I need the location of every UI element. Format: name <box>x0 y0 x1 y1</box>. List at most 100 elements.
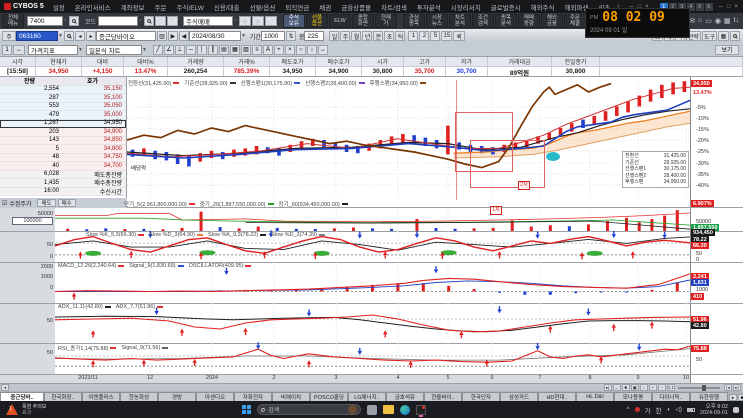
play-forward-icon[interactable]: ▶ <box>167 31 178 41</box>
info-icon[interactable]: ▥ <box>156 31 167 41</box>
volume-chart[interactable] <box>55 209 691 231</box>
stock-tab[interactable]: HL D&I <box>576 392 614 401</box>
file-explorer-icon[interactable] <box>383 405 395 414</box>
stock-tab[interactable]: 한국단자 <box>462 392 500 401</box>
toolbar-button[interactable]: + <box>273 44 284 55</box>
quick-button[interactable]: 종합 화면 <box>351 14 374 28</box>
toolbar-button[interactable]: × <box>284 44 295 55</box>
order-book-row[interactable]: 16:00 수신시간 <box>0 187 126 196</box>
menu-item[interactable]: 계좌정보 <box>116 2 150 12</box>
control-icon[interactable]: ▸ <box>729 394 737 401</box>
battery-icon[interactable] <box>686 407 695 412</box>
stock-tab[interactable]: POSCO홀딩 <box>310 392 348 401</box>
toolbar-button[interactable]: ○ <box>295 44 306 55</box>
tray-app-icon[interactable] <box>634 407 640 412</box>
camera-icon[interactable]: ◉ <box>715 17 721 25</box>
zoom-slider[interactable] <box>678 384 720 391</box>
view-button[interactable]: 보기 <box>715 44 739 55</box>
quick-button[interactable]: 해외 금융 <box>540 14 563 28</box>
menu-item[interactable]: 금융상품몰 <box>336 2 376 12</box>
stock-tab[interactable]: 비에이치 <box>272 392 310 401</box>
stock-tab[interactable]: 한국화장.. <box>44 392 82 401</box>
taskbar-search[interactable]: 검색 <box>257 404 362 415</box>
all-menu-button[interactable]: 전체 메뉴 <box>2 14 24 28</box>
chevron-down-icon[interactable]: ▼ <box>233 18 238 24</box>
quick-button[interactable]: 매매 동향 <box>517 14 540 28</box>
menu-item[interactable]: 온라인서비스 <box>70 2 116 12</box>
menu-item[interactable]: 주문 <box>150 2 172 12</box>
next-stock-icon[interactable]: ▸ <box>85 31 96 41</box>
close-icon[interactable]: × <box>732 4 740 10</box>
weather-widget[interactable]: 1 폭염 주의보 효과 <box>6 404 46 416</box>
stock-tab[interactable]: 이엔플러스 <box>82 392 120 401</box>
toolbar-button[interactable]: 5 <box>430 31 441 41</box>
chevron-down-icon[interactable]: ▼ <box>138 18 143 24</box>
order-book-row[interactable]: 479 35,000 <box>0 111 126 120</box>
quick-button[interactable]: 주문 체결 <box>563 14 586 28</box>
trade-type-select[interactable]: 주식매매 <box>182 16 233 26</box>
control-icon[interactable]: 1:1 <box>666 384 675 391</box>
quick-button[interactable]: 종목 분석 <box>494 14 517 28</box>
scroll-left-icon[interactable]: ◂ <box>1 384 9 391</box>
edge-browser-icon[interactable] <box>400 404 411 415</box>
stock-tab[interactable]: 한올바이.. <box>424 392 462 401</box>
toolbar-button[interactable]: 년 <box>362 31 373 41</box>
chevron-down-icon[interactable]: ▼ <box>63 18 68 24</box>
chevron-down-icon[interactable]: ▼ <box>58 33 63 39</box>
period-select[interactable]: 주 <box>2 31 16 41</box>
stock-tab[interactable]: 모나용평 <box>614 392 652 401</box>
annotation-box-2[interactable] <box>470 140 545 188</box>
menu-item[interactable]: 선물/옵션 <box>245 2 281 12</box>
toolbar-button[interactable]: │ <box>196 44 207 55</box>
quick-button[interactable]: 시장 뉴스 <box>425 14 448 28</box>
control-icon[interactable]: ↕ <box>639 384 648 391</box>
windows-start-button[interactable] <box>242 405 252 414</box>
chevron-down-icon[interactable]: ▼ <box>241 33 246 39</box>
toolbar-button[interactable]: A <box>262 44 273 55</box>
prev-stock-icon[interactable]: ◂ <box>74 31 85 41</box>
order-book-row[interactable]: 5 34,800 <box>0 145 126 154</box>
control-icon[interactable]: ■ <box>738 394 743 401</box>
period-count-input[interactable]: 1000 <box>260 31 285 41</box>
quick-button[interactable]: 주식 보유 <box>282 14 305 28</box>
indicator-select[interactable]: 가격지표 <box>28 44 78 55</box>
chart-code-input[interactable]: 063160 <box>16 31 58 41</box>
toolbar-button[interactable]: 틱 <box>395 31 406 41</box>
volume-icon[interactable]: ◁) <box>675 406 682 413</box>
toolbar-button[interactable]: ↔ <box>317 44 328 55</box>
order-book-row[interactable]: 143 34,850 <box>0 136 126 145</box>
adjusted-price-checkbox[interactable]: ☑ <box>2 200 7 207</box>
toolbar-button[interactable]: ╱ <box>152 44 163 55</box>
search-icon[interactable] <box>730 31 740 41</box>
order-book-row[interactable]: 287 35,100 <box>0 94 126 103</box>
swap-icon[interactable]: t↓ <box>734 17 739 25</box>
ime-lang2[interactable]: 한 <box>656 405 662 415</box>
taskbar-app-icon[interactable] <box>367 404 378 415</box>
tray-expand-icon[interactable]: ^ <box>627 407 630 413</box>
toolbar-button[interactable]: ▦ <box>229 44 240 55</box>
search-highlight-avatar[interactable] <box>348 405 358 414</box>
toolbar-button[interactable]: 도구 <box>701 31 717 41</box>
order-book-row[interactable]: 1,267 34,950 <box>0 119 126 128</box>
order-book-row[interactable]: 203 34,900 <box>0 128 126 137</box>
control-icon[interactable]: ▸| <box>603 384 612 391</box>
sell-button[interactable]: 매도 <box>37 199 56 207</box>
toolbar-button[interactable]: 월 <box>351 31 362 41</box>
toolbar-button[interactable]: 15 <box>441 31 453 41</box>
menu-item[interactable]: 차트/검색 <box>376 2 412 12</box>
zoom-slider-knob[interactable] <box>702 384 706 391</box>
toolbar-button[interactable]: ▧ <box>240 44 251 55</box>
toolbar-button[interactable]: ∠ <box>163 44 174 55</box>
control-icon[interactable]: ▣ <box>630 384 639 391</box>
notification-bell-icon[interactable] <box>733 406 739 413</box>
expand-icon[interactable]: ↔ <box>13 44 25 55</box>
control-icon[interactable]: + <box>648 384 657 391</box>
toolbar-button[interactable]: 2 <box>419 31 430 41</box>
stock-tab[interactable]: 자화전자 <box>234 392 272 401</box>
toolbar-button[interactable]: 분 <box>373 31 384 41</box>
screen-tab[interactable]: 6 <box>704 2 713 11</box>
quick-button[interactable]: 조건 검색 <box>471 14 494 28</box>
code-input[interactable] <box>98 16 138 26</box>
camera-icon[interactable]: ◉ <box>238 16 251 26</box>
chart-style-select[interactable]: 일본식 차트 <box>85 44 142 55</box>
